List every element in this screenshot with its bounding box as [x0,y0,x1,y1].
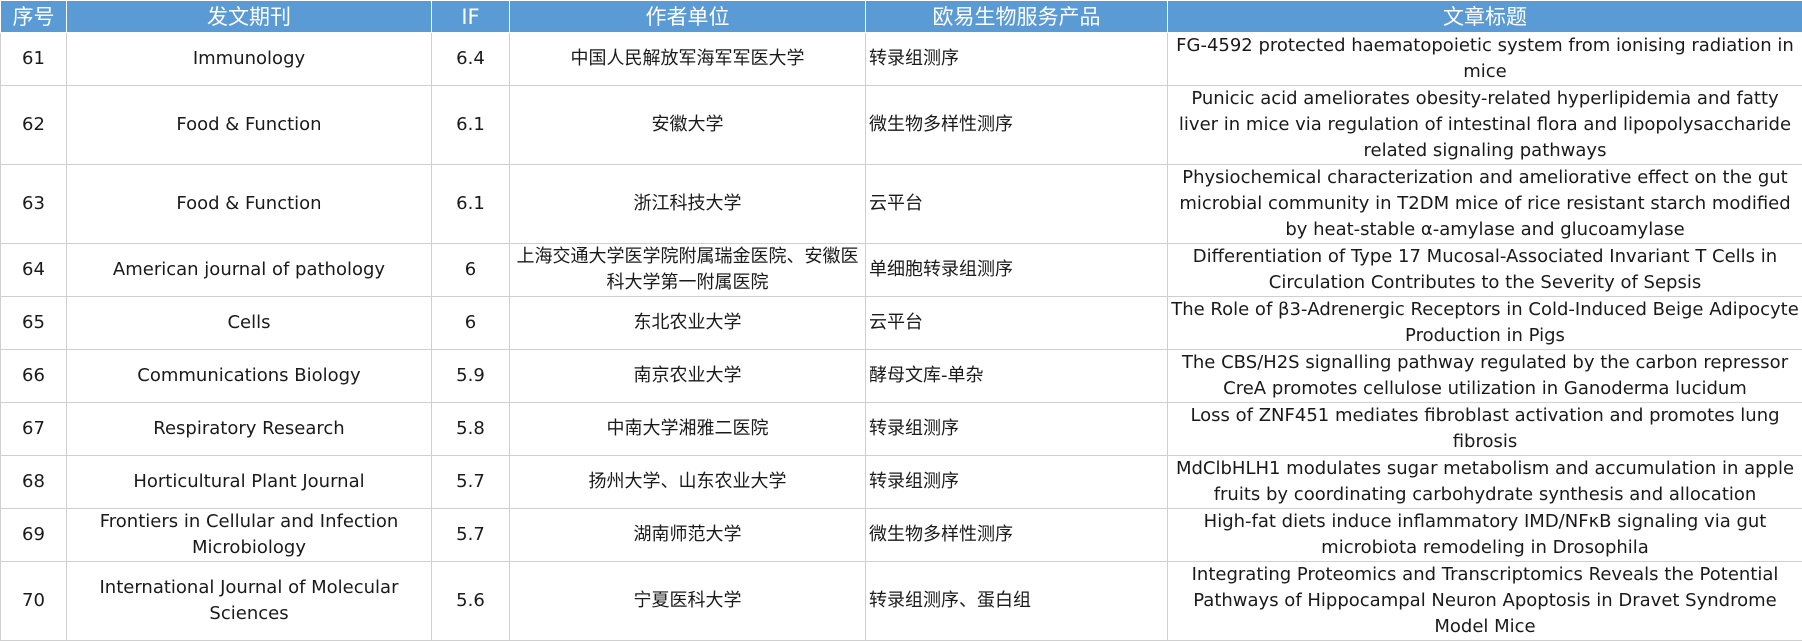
table-row: 64 American journal of pathology 6 上海交通大… [1,244,1802,297]
header-row: 序号 发文期刊 IF 作者单位 欧易生物服务产品 文章标题 [1,1,1802,33]
cell-index: 68 [1,456,67,509]
publication-table: 序号 发文期刊 IF 作者单位 欧易生物服务产品 文章标题 61 Immunol… [0,0,1802,641]
header-service-product: 欧易生物服务产品 [866,1,1168,33]
cell-impact-factor: 6 [432,297,510,350]
header-impact-factor: IF [432,1,510,33]
cell-service-product: 单细胞转录组测序 [866,244,1168,297]
cell-journal: Horticultural Plant Journal [67,456,432,509]
cell-index: 62 [1,86,67,165]
cell-author-unit: 安徽大学 [510,86,866,165]
cell-journal: Cells [67,297,432,350]
header-index: 序号 [1,1,67,33]
table-row: 63 Food & Function 6.1 浙江科技大学 云平台 Physio… [1,165,1802,244]
cell-index: 66 [1,350,67,403]
cell-service-product: 转录组测序 [866,33,1168,86]
cell-journal: Communications Biology [67,350,432,403]
cell-impact-factor: 5.6 [432,562,510,641]
cell-index: 64 [1,244,67,297]
cell-author-unit: 上海交通大学医学院附属瑞金医院、安徽医科大学第一附属医院 [510,244,866,297]
table-row: 70 International Journal of Molecular Sc… [1,562,1802,641]
cell-author-unit: 中国人民解放军海军军医大学 [510,33,866,86]
cell-service-product: 转录组测序 [866,456,1168,509]
cell-journal: Frontiers in Cellular and Infection Micr… [67,509,432,562]
cell-journal: Food & Function [67,86,432,165]
cell-author-unit: 湖南师范大学 [510,509,866,562]
table-row: 62 Food & Function 6.1 安徽大学 微生物多样性测序 Pun… [1,86,1802,165]
cell-author-unit: 东北农业大学 [510,297,866,350]
cell-impact-factor: 5.8 [432,403,510,456]
cell-index: 70 [1,562,67,641]
cell-author-unit: 中南大学湘雅二医院 [510,403,866,456]
cell-index: 65 [1,297,67,350]
cell-service-product: 酵母文库-单杂 [866,350,1168,403]
table-row: 67 Respiratory Research 5.8 中南大学湘雅二医院 转录… [1,403,1802,456]
cell-service-product: 转录组测序、蛋白组 [866,562,1168,641]
cell-article-title: Punicic acid ameliorates obesity-related… [1168,86,1802,165]
cell-author-unit: 宁夏医科大学 [510,562,866,641]
cell-service-product: 微生物多样性测序 [866,86,1168,165]
table-body: 61 Immunology 6.4 中国人民解放军海军军医大学 转录组测序 FG… [1,33,1802,641]
cell-journal: Food & Function [67,165,432,244]
cell-article-title: FG-4592 protected haematopoietic system … [1168,33,1802,86]
cell-impact-factor: 5.9 [432,350,510,403]
table-row: 68 Horticultural Plant Journal 5.7 扬州大学、… [1,456,1802,509]
cell-journal: Respiratory Research [67,403,432,456]
cell-impact-factor: 5.7 [432,456,510,509]
cell-impact-factor: 6.4 [432,33,510,86]
table-row: 61 Immunology 6.4 中国人民解放军海军军医大学 转录组测序 FG… [1,33,1802,86]
cell-impact-factor: 5.7 [432,509,510,562]
cell-service-product: 微生物多样性测序 [866,509,1168,562]
table-row: 69 Frontiers in Cellular and Infection M… [1,509,1802,562]
cell-service-product: 云平台 [866,297,1168,350]
cell-article-title: Integrating Proteomics and Transcriptomi… [1168,562,1802,641]
cell-impact-factor: 6 [432,244,510,297]
cell-impact-factor: 6.1 [432,86,510,165]
table-header: 序号 发文期刊 IF 作者单位 欧易生物服务产品 文章标题 [1,1,1802,33]
cell-service-product: 转录组测序 [866,403,1168,456]
cell-article-title: Loss of ZNF451 mediates fibroblast activ… [1168,403,1802,456]
cell-article-title: High-fat diets induce inflammatory IMD/N… [1168,509,1802,562]
cell-service-product: 云平台 [866,165,1168,244]
cell-index: 63 [1,165,67,244]
cell-impact-factor: 6.1 [432,165,510,244]
table-row: 66 Communications Biology 5.9 南京农业大学 酵母文… [1,350,1802,403]
cell-journal: Immunology [67,33,432,86]
cell-article-title: MdClbHLH1 modulates sugar metabolism and… [1168,456,1802,509]
cell-index: 67 [1,403,67,456]
cell-author-unit: 扬州大学、山东农业大学 [510,456,866,509]
cell-journal: American journal of pathology [67,244,432,297]
cell-index: 69 [1,509,67,562]
cell-index: 61 [1,33,67,86]
cell-article-title: The Role of β3-Adrenergic Receptors in C… [1168,297,1802,350]
header-article-title: 文章标题 [1168,1,1802,33]
header-author-unit: 作者单位 [510,1,866,33]
cell-journal: International Journal of Molecular Scien… [67,562,432,641]
cell-author-unit: 南京农业大学 [510,350,866,403]
cell-article-title: Physiochemical characterization and amel… [1168,165,1802,244]
table-row: 65 Cells 6 东北农业大学 云平台 The Role of β3-Adr… [1,297,1802,350]
cell-article-title: The CBS/H2S signalling pathway regulated… [1168,350,1802,403]
cell-article-title: Differentiation of Type 17 Mucosal-Assoc… [1168,244,1802,297]
cell-author-unit: 浙江科技大学 [510,165,866,244]
header-journal: 发文期刊 [67,1,432,33]
